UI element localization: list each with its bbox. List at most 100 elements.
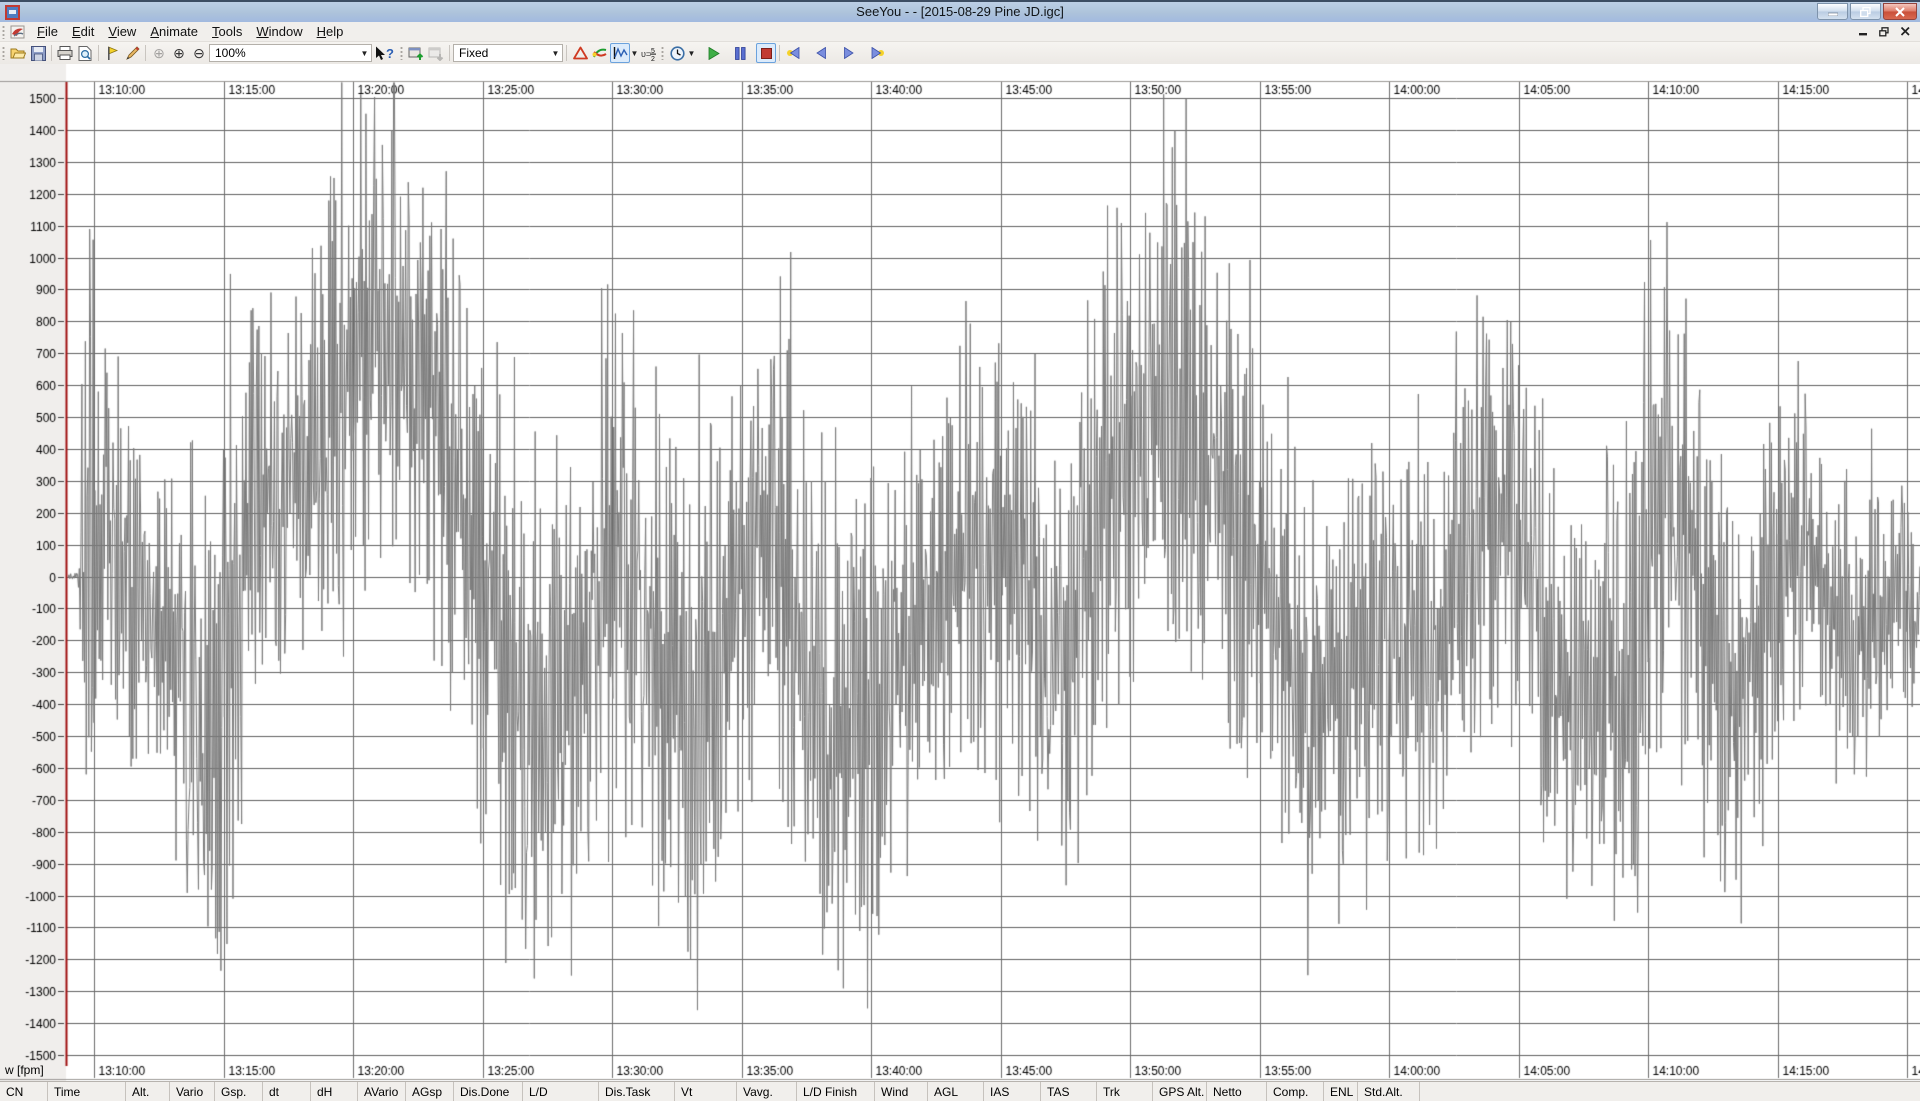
print-preview-icon <box>78 46 92 61</box>
status-field-avario: AVario <box>358 1082 406 1101</box>
window-title: SeeYou - - [2015-08-29 Pine JD.igc] <box>0 4 1920 19</box>
task-icon <box>573 46 588 60</box>
zoom-reset-button[interactable]: ⊕ <box>149 43 169 63</box>
menu-view[interactable]: View <box>101 22 143 41</box>
vario-trace-canvas[interactable] <box>0 64 1920 1081</box>
menu-file[interactable]: File <box>30 22 65 41</box>
play-icon <box>708 47 720 60</box>
save-button[interactable] <box>28 43 48 63</box>
print-preview-button[interactable] <box>75 43 95 63</box>
menu-tools[interactable]: Tools <box>205 22 249 41</box>
animation-rate-caret[interactable]: ▼ <box>687 49 696 58</box>
clock-icon <box>670 46 685 61</box>
next-fix-icon <box>843 47 855 59</box>
status-field-wind: Wind <box>875 1082 928 1101</box>
status-field-ld: L/D <box>523 1082 599 1101</box>
status-field-ias: IAS <box>984 1082 1041 1101</box>
status-field-vario: Vario <box>170 1082 215 1101</box>
status-field-agsp: AGsp <box>406 1082 454 1101</box>
optimize-button[interactable] <box>590 43 610 63</box>
save-desktop-button[interactable] <box>406 43 426 63</box>
mdi-close-button[interactable] <box>1898 26 1912 38</box>
zoom-reset-icon: ⊕ <box>153 45 165 62</box>
open-button[interactable] <box>8 43 28 63</box>
draw-button[interactable] <box>122 43 142 63</box>
separator <box>566 45 567 61</box>
last-fix-button[interactable] <box>867 43 887 63</box>
chevron-down-icon: ▼ <box>360 49 369 58</box>
task-button[interactable] <box>570 43 590 63</box>
menu-edit[interactable]: Edit <box>65 22 101 41</box>
status-field-gpsalt: GPS Alt. <box>1153 1082 1207 1101</box>
stop-icon <box>761 48 772 59</box>
first-fix-icon <box>786 47 801 59</box>
status-bar: CNTimeAlt.VarioGsp.dtdHAVarioAGspDis.Don… <box>0 1081 1920 1101</box>
graph-icon <box>613 46 628 60</box>
graph-button[interactable] <box>610 43 630 63</box>
flag-icon <box>106 46 119 61</box>
next-fix-button[interactable] <box>839 43 859 63</box>
status-field-time: Time <box>48 1082 126 1101</box>
separator <box>779 45 780 61</box>
restore-icon <box>1860 7 1871 17</box>
zoom-level-combobox[interactable]: 100% ▼ <box>209 44 372 62</box>
zoom-out-button[interactable]: ⊖ <box>189 43 209 63</box>
toolbar: ⊕ ⊕ ⊖ 100% ▼ ? <box>0 42 1920 64</box>
status-field-ldfinish: L/D Finish <box>797 1082 875 1101</box>
status-field-vt: Vt <box>675 1082 737 1101</box>
mdi-close-icon <box>1901 27 1910 36</box>
close-button[interactable] <box>1883 3 1917 20</box>
pause-button[interactable] <box>730 43 750 63</box>
prev-fix-button[interactable] <box>811 43 831 63</box>
menubar-grip[interactable] <box>2 25 5 39</box>
separator <box>51 45 52 61</box>
load-desktop-button[interactable] <box>426 43 446 63</box>
mdi-restore-button[interactable] <box>1877 26 1891 38</box>
menu-window[interactable]: Window <box>249 22 309 41</box>
animation-rate-button[interactable] <box>667 43 687 63</box>
seeyou-logo-icon <box>10 24 26 40</box>
zoom-in-icon: ⊕ <box>173 45 185 62</box>
first-fix-button[interactable] <box>783 43 803 63</box>
zoom-in-button[interactable]: ⊕ <box>169 43 189 63</box>
status-field-cn: CN <box>0 1082 48 1101</box>
stop-button[interactable] <box>756 43 776 63</box>
status-field-trk: Trk <box>1097 1082 1153 1101</box>
separator <box>98 45 99 61</box>
print-button[interactable] <box>55 43 75 63</box>
context-help-icon: ? <box>374 46 396 61</box>
vario-graph-panel: w [fpm] <box>0 64 1920 1081</box>
mdi-minimize-button[interactable] <box>1856 26 1870 38</box>
optimize-icon <box>592 46 608 60</box>
statistics-button[interactable]: υ= 5 2 <box>639 43 659 63</box>
zoom-level-value: 100% <box>215 46 246 60</box>
mdi-minimize-icon <box>1859 27 1868 36</box>
context-help-button[interactable]: ? <box>372 43 398 63</box>
print-icon <box>57 46 73 60</box>
play-button[interactable] <box>704 43 724 63</box>
status-field-alt: Alt. <box>126 1082 170 1101</box>
status-field-distask: Dis.Task <box>599 1082 675 1101</box>
svg-text:υ=: υ= <box>641 49 651 59</box>
toolbar-grip[interactable] <box>2 46 5 60</box>
save-icon <box>31 46 46 61</box>
minimize-icon <box>1828 7 1838 16</box>
restore-button[interactable] <box>1850 3 1881 20</box>
menu-animate[interactable]: Animate <box>143 22 205 41</box>
status-field-gsp: Gsp. <box>215 1082 263 1101</box>
title-bar[interactable]: SeeYou - - [2015-08-29 Pine JD.igc] <box>0 0 1920 22</box>
toolbar-grip[interactable] <box>661 46 664 60</box>
status-field-vavg: Vavg. <box>737 1082 797 1101</box>
flag-button[interactable] <box>102 43 122 63</box>
pencil-icon <box>125 46 140 61</box>
graph-mode-combobox[interactable]: Fixed ▼ <box>453 44 563 62</box>
mdi-restore-icon <box>1879 27 1889 37</box>
menu-help[interactable]: Help <box>310 22 351 41</box>
graph-options-caret[interactable]: ▼ <box>630 49 639 58</box>
minimize-button[interactable] <box>1817 3 1848 20</box>
load-desktop-icon <box>428 46 444 61</box>
status-field-comp: Comp. <box>1267 1082 1324 1101</box>
prev-fix-icon <box>815 47 827 59</box>
toolbar-grip[interactable] <box>400 46 403 60</box>
svg-text:2: 2 <box>651 56 655 61</box>
